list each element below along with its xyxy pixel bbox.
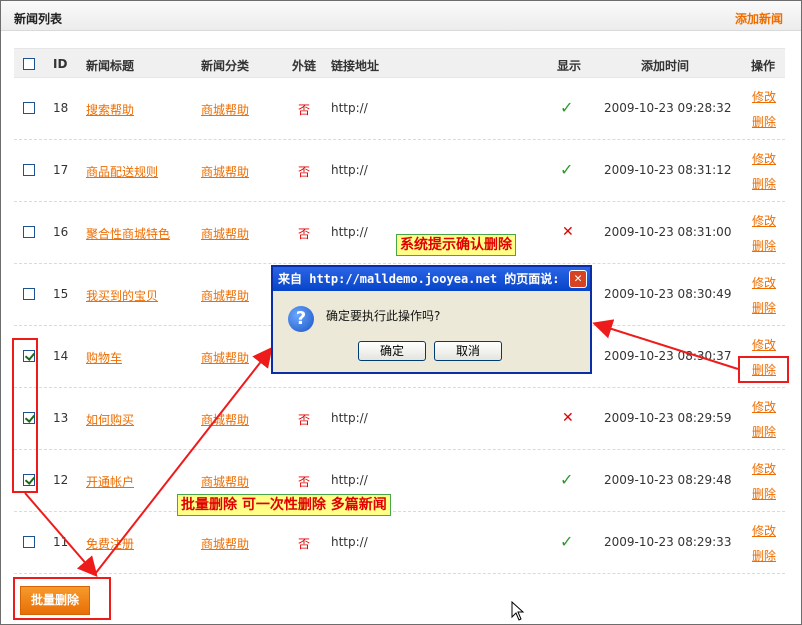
dialog-cancel-button[interactable]: 取消: [434, 341, 502, 361]
dialog-title: 来自 http://malldemo.jooyea.net 的页面说:: [278, 272, 560, 286]
dialog-titlebar: 来自 http://malldemo.jooyea.net 的页面说: ✕: [273, 267, 590, 291]
arrow-to-dialog-from-bulk: [94, 346, 273, 575]
question-icon: ?: [288, 306, 314, 332]
arrow-to-bulk-button: [24, 492, 98, 578]
mouse-cursor-icon: [511, 601, 525, 621]
arrow-to-dialog: [592, 319, 739, 370]
confirm-dialog: 来自 http://malldemo.jooyea.net 的页面说: ✕ ? …: [271, 265, 592, 374]
dialog-message: 确定要执行此操作吗?: [326, 309, 441, 323]
dialog-ok-button[interactable]: 确定: [358, 341, 426, 361]
close-icon[interactable]: ✕: [569, 270, 587, 288]
